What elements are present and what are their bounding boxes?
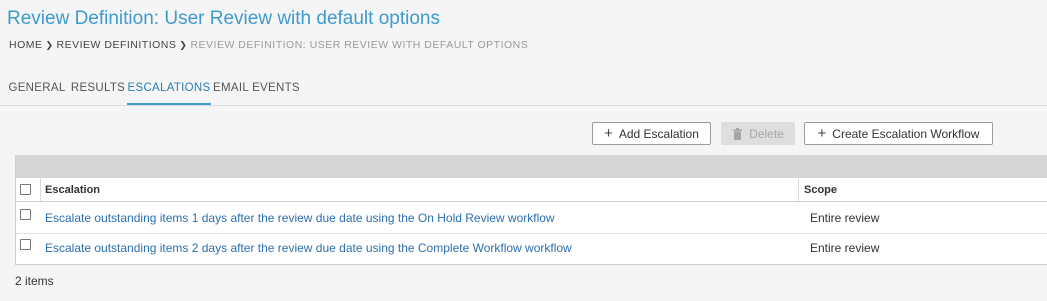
breadcrumb-review-definitions[interactable]: REVIEW DEFINITIONS <box>57 39 177 51</box>
row-checkbox[interactable] <box>20 209 31 220</box>
delete-label: Delete <box>749 126 784 141</box>
chevron-right-icon: ❯ <box>179 39 188 50</box>
select-all-checkbox[interactable] <box>20 184 31 195</box>
table-row: Escalate outstanding items 1 days after … <box>16 203 1047 234</box>
column-divider <box>798 178 799 201</box>
trash-icon <box>733 127 743 140</box>
tab-email-events[interactable]: EMAIL EVENTS <box>213 73 300 103</box>
breadcrumb: HOME ❯ REVIEW DEFINITIONS ❯ REVIEW DEFIN… <box>9 39 528 51</box>
escalation-link[interactable]: Escalate outstanding items 1 days after … <box>45 211 555 225</box>
chevron-right-icon: ❯ <box>45 39 54 50</box>
row-checkbox[interactable] <box>20 239 31 250</box>
delete-button[interactable]: Delete <box>721 122 795 145</box>
item-count: 2 items <box>15 274 54 288</box>
table-row: Escalate outstanding items 2 days after … <box>16 234 1047 265</box>
column-divider <box>40 178 41 201</box>
add-escalation-button[interactable]: + Add Escalation <box>592 122 711 145</box>
plus-icon: + <box>817 125 827 142</box>
escalation-link[interactable]: Escalate outstanding items 2 days after … <box>45 241 572 255</box>
table-toolbar <box>16 155 1047 178</box>
breadcrumb-current: REVIEW DEFINITION: USER REVIEW WITH DEFA… <box>190 39 529 51</box>
plus-icon: + <box>604 125 613 142</box>
escalations-table: Escalation Scope Escalate outstanding it… <box>15 155 1047 265</box>
page-title: Review Definition: User Review with defa… <box>7 8 440 29</box>
breadcrumb-home[interactable]: HOME <box>9 39 43 51</box>
tab-escalations[interactable]: ESCALATIONS <box>127 73 211 105</box>
tab-results[interactable]: RESULTS <box>70 73 126 103</box>
create-escalation-workflow-label: Create Escalation Workflow <box>832 126 980 141</box>
tab-general[interactable]: GENERAL <box>8 73 66 103</box>
table-header-row: Escalation Scope <box>16 178 1047 202</box>
tab-bar: GENERAL RESULTS ESCALATIONS EMAIL EVENTS <box>0 73 1047 106</box>
scope-value: Entire review <box>810 211 880 225</box>
scope-value: Entire review <box>810 241 880 255</box>
column-header-scope[interactable]: Scope <box>804 184 837 196</box>
column-header-escalation[interactable]: Escalation <box>45 184 100 196</box>
add-escalation-label: Add Escalation <box>618 126 699 141</box>
create-escalation-workflow-button[interactable]: + Create Escalation Workflow <box>804 122 993 145</box>
